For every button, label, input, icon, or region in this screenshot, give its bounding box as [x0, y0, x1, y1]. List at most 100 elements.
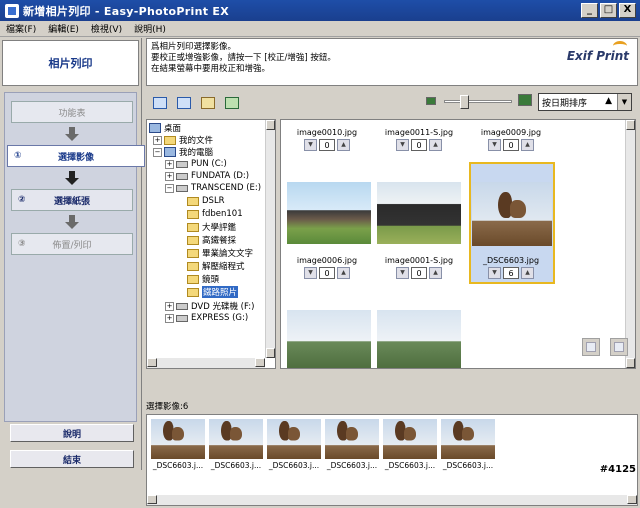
instruction-line: 要校正或增強影像，請按一下 [校正/增強] 按鈕。	[151, 53, 336, 63]
tree-item[interactable]: + PUN (C:)	[165, 158, 227, 170]
tree-item[interactable]: − 我的電腦	[153, 146, 213, 158]
zoom-slider[interactable]	[444, 95, 512, 109]
select-all-button[interactable]	[610, 338, 628, 356]
thumbnail-image[interactable]	[472, 182, 552, 246]
sort-dropdown[interactable]: 按日期排序 ▲ ▼	[538, 93, 632, 111]
thumbnail-image[interactable]	[377, 310, 461, 368]
increase-copies-button[interactable]: ▲	[337, 139, 350, 151]
zoom-in-icon[interactable]	[518, 94, 532, 106]
thumbnails-scrollbar[interactable]	[625, 120, 635, 368]
thumbnail-item[interactable]: image0001-S.jpg ▼ 0 ▲	[379, 256, 459, 279]
menu-button[interactable]: 功能表	[11, 101, 133, 123]
decrease-copies-button[interactable]: ▼	[488, 267, 501, 279]
zoom-slider-thumb[interactable]	[460, 95, 469, 109]
decrease-copies-button[interactable]: ▼	[304, 267, 317, 279]
folder-icon	[187, 196, 199, 206]
tree-item[interactable]: + FUNDATA (D:)	[165, 170, 249, 182]
step-select-paper[interactable]: ② 選擇紙張	[11, 189, 133, 211]
tree-horizontal-scrollbar[interactable]	[147, 358, 265, 368]
decrease-copies-button[interactable]: ▼	[396, 267, 409, 279]
copies-value[interactable]: 0	[411, 139, 427, 151]
thumbnail-grid: image0010.jpg ▼ 0 ▲ image0011-S.jpg ▼ 0 ▲ im…	[280, 119, 636, 369]
correct-enhance-icon[interactable]	[198, 93, 218, 113]
increase-copies-button[interactable]: ▲	[429, 267, 442, 279]
dropdown-arrow-icon[interactable]: ▼	[617, 94, 631, 110]
minimize-button[interactable]: _	[581, 3, 598, 18]
selected-item[interactable]: _DSC6603.j...	[325, 419, 379, 470]
selected-item[interactable]: _DSC6603.j...	[441, 419, 495, 470]
tree-item[interactable]: + 我的文件	[153, 134, 213, 146]
tree-item[interactable]: DSLR	[187, 195, 225, 207]
left-panel: 相片列印 功能表 ① 選擇影像 ② 選擇紙張 ③ 佈置/列印 說明 結束	[0, 38, 145, 470]
maximize-button[interactable]: □	[600, 3, 617, 18]
menu-edit[interactable]: 編輯(E)	[48, 22, 79, 35]
copies-value[interactable]: 0	[319, 267, 335, 279]
selected-images-section: 選擇影像:6 _DSC6603.j... _DSC6603.j... _DSC6…	[146, 400, 638, 508]
drive-icon	[176, 314, 188, 322]
tree-item[interactable]: 畢業論文文字	[187, 247, 253, 259]
help-button[interactable]: 說明	[10, 424, 134, 442]
thumbnail-image[interactable]	[287, 182, 371, 244]
app-icon	[5, 3, 19, 18]
selected-item[interactable]: _DSC6603.j...	[151, 419, 205, 470]
decrease-copies-button[interactable]: ▼	[488, 139, 501, 151]
selected-item[interactable]: _DSC6603.j...	[209, 419, 263, 470]
selected-horizontal-scrollbar[interactable]	[147, 495, 637, 505]
tree-item[interactable]: fdben101	[187, 208, 243, 220]
dvd-drive-icon	[176, 302, 188, 310]
copies-value[interactable]: 6	[503, 267, 519, 279]
copies-value[interactable]: 0	[411, 267, 427, 279]
thumbnail-filename: image0009.jpg	[480, 128, 542, 137]
down-arrow-icon	[65, 171, 79, 185]
exit-button[interactable]: 結束	[10, 450, 134, 468]
increase-copies-button[interactable]: ▲	[521, 139, 534, 151]
tree-item[interactable]: + DVD 光碟機 (F:)	[165, 300, 254, 312]
image-info-icon[interactable]	[222, 93, 242, 113]
thumbnail-image[interactable]	[377, 182, 461, 244]
drive-icon	[176, 184, 188, 192]
menu-bar: 檔案(F) 編輯(E) 檢視(V) 說明(H)	[0, 21, 640, 37]
decrease-copies-button[interactable]: ▼	[304, 139, 317, 151]
copies-value[interactable]: 0	[503, 139, 519, 151]
sort-direction: ▲	[605, 96, 612, 106]
tree-item[interactable]: + EXPRESS (G:)	[165, 312, 248, 324]
grid-view-icon[interactable]	[174, 93, 194, 113]
instructions-box: 爲相片列印選擇影像。 要校正或增強影像，請按一下 [校正/增強] 按鈕。 在結果…	[146, 38, 638, 86]
thumbnail-image[interactable]	[287, 310, 371, 368]
tree-vertical-scrollbar[interactable]	[265, 120, 275, 358]
copies-value[interactable]: 0	[319, 139, 335, 151]
thumbnail-view-icon[interactable]	[150, 93, 170, 113]
menu-view[interactable]: 檢視(V)	[91, 22, 122, 35]
title-bar: 新增相片列印 - Easy-PhotoPrint EX _ □ X	[0, 0, 640, 21]
tree-item[interactable]: 大學評鑑	[187, 221, 236, 233]
thumbnail-filename: image0010.jpg	[296, 128, 358, 137]
zoom-out-icon[interactable]	[426, 97, 436, 105]
increase-copies-button[interactable]: ▲	[521, 267, 534, 279]
decrease-copies-button[interactable]: ▼	[396, 139, 409, 151]
window-title: 新增相片列印 - Easy-PhotoPrint EX	[23, 4, 229, 18]
thumbnail-item[interactable]: image0009.jpg ▼ 0 ▲	[471, 128, 551, 151]
selected-item[interactable]: _DSC6603.j...	[267, 419, 321, 470]
step-select-image[interactable]: ① 選擇影像	[7, 145, 145, 167]
rotate-image-button[interactable]	[582, 338, 600, 356]
tree-item[interactable]: − TRANSCEND (E:)	[165, 182, 261, 194]
close-button[interactable]: X	[619, 3, 636, 18]
thumbnail-item[interactable]: image0006.jpg ▼ 0 ▲	[287, 256, 367, 279]
tree-item-selected[interactable]: 鐵路照片	[187, 286, 239, 298]
tree-item[interactable]: 鏡頭	[187, 273, 219, 285]
increase-copies-button[interactable]: ▲	[337, 267, 350, 279]
thumbnail-item[interactable]: image0011-S.jpg ▼ 0 ▲	[379, 128, 459, 151]
step-layout-print[interactable]: ③ 佈置/列印	[11, 233, 133, 255]
thumbnail-filename: image0006.jpg	[296, 256, 358, 265]
thumbnail-item[interactable]: _DSC6603.jpg ▼ 6 ▲	[471, 256, 551, 279]
tree-item[interactable]: 解壓縮程式	[187, 260, 245, 272]
thumbnail-item[interactable]: image0010.jpg ▼ 0 ▲	[287, 128, 367, 151]
tree-item[interactable]: 桌面	[149, 122, 181, 134]
increase-copies-button[interactable]: ▲	[429, 139, 442, 151]
selected-item[interactable]: _DSC6603.j...	[383, 419, 437, 470]
menu-file[interactable]: 檔案(F)	[6, 22, 36, 35]
folder-icon	[187, 235, 199, 245]
menu-help[interactable]: 說明(H)	[134, 22, 166, 35]
tree-item[interactable]: 高鐵餐採	[187, 234, 236, 246]
folder-icon	[187, 222, 199, 232]
